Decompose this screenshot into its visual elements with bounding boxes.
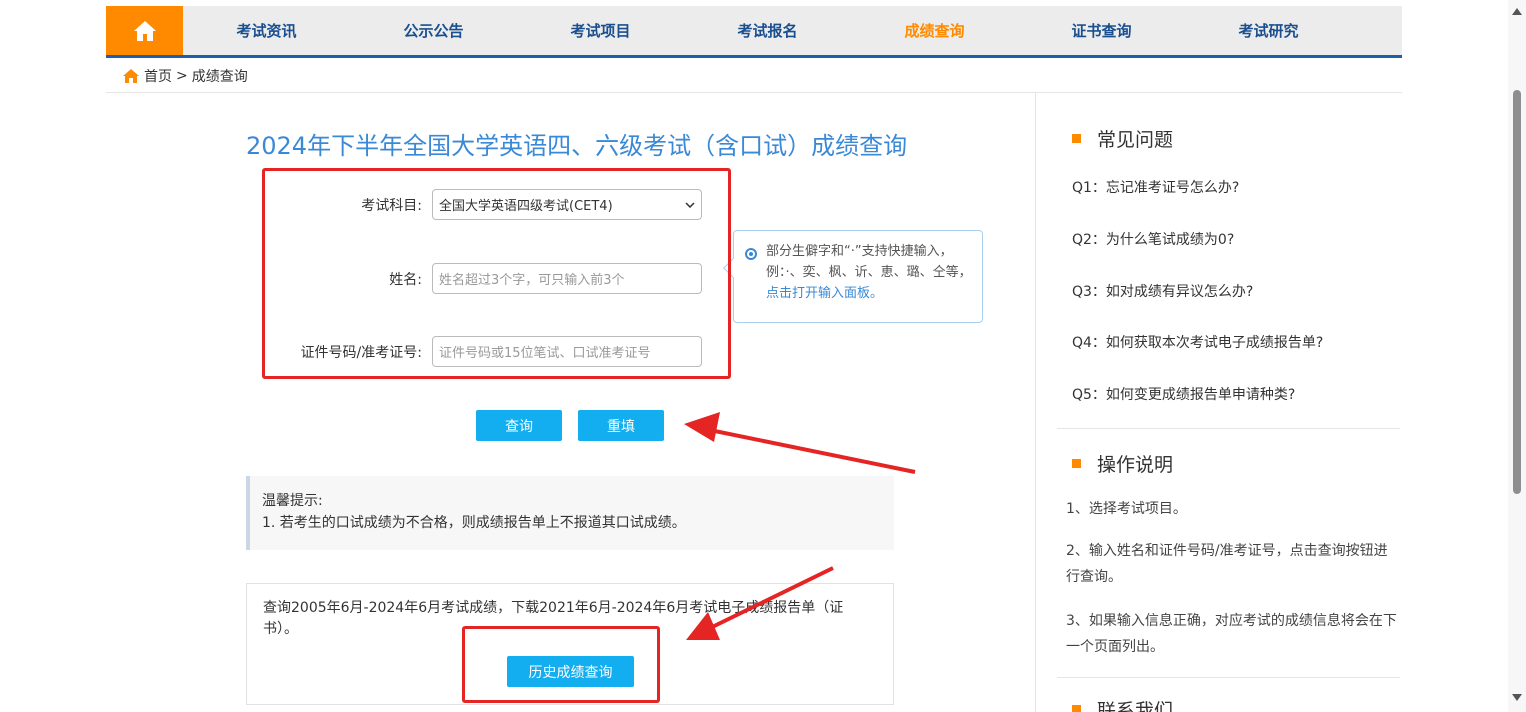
home-icon	[123, 69, 139, 83]
page-title: 2024年下半年全国大学英语四、六级考试（含口试）成绩查询	[246, 132, 908, 160]
breadcrumb-divider	[106, 92, 1402, 93]
faq-heading-text: 常见问题	[1097, 129, 1174, 151]
contact-heading: 联系我们	[1072, 696, 1173, 712]
nav-item-exam-news[interactable]: 考试资讯	[183, 6, 350, 55]
home-icon	[133, 20, 156, 41]
annotation-arrow-buttons	[684, 412, 916, 474]
sidebar-separator	[1057, 428, 1400, 429]
breadcrumb-separator: >	[176, 68, 188, 84]
tips-notice: 温馨提示: 1. 若考生的口试成绩为不合格，则成绩报告单上不报道其口试成绩。	[246, 476, 894, 550]
bullet-square-icon	[1072, 705, 1081, 712]
nav-item-exam-projects[interactable]: 考试项目	[517, 6, 684, 55]
scroll-down-icon[interactable]	[1512, 694, 1522, 701]
ops-step-3: 3、如果输入信息正确，对应考试的成绩信息将会在下一个页面列出。	[1066, 613, 1397, 655]
contact-heading-text: 联系我们	[1097, 700, 1174, 712]
notice-line: 1. 若考生的口试成绩为不合格，则成绩报告单上不报道其口试成绩。	[262, 515, 686, 531]
nav-item-certificate-query[interactable]: 证书查询	[1018, 6, 1185, 55]
nav-item-registration[interactable]: 考试报名	[684, 6, 851, 55]
faq-heading: 常见问题	[1072, 125, 1173, 152]
faq-item-3[interactable]: Q3：如对成绩有异议怎么办?	[1072, 281, 1253, 301]
vertical-scrollbar[interactable]	[1508, 0, 1526, 712]
scroll-up-icon[interactable]	[1512, 8, 1522, 15]
breadcrumb: 首页 > 成绩查询	[122, 66, 248, 86]
open-input-panel-link[interactable]: 点击打开输入面板。	[766, 286, 883, 301]
tooltip-text: 部分生僻字和“·”支持快捷输入，例：·、奕、枫、䜣、恵、璐、仝等，	[766, 244, 972, 280]
annotation-box-history	[462, 626, 660, 703]
ops-heading-text: 操作说明	[1097, 454, 1174, 476]
nav-item-exam-research[interactable]: 考试研究	[1185, 6, 1352, 55]
faq-item-4[interactable]: Q4：如何获取本次考试电子成绩报告单?	[1072, 332, 1323, 352]
faq-item-5[interactable]: Q5：如何变更成绩报告单申请种类?	[1072, 384, 1295, 404]
annotation-box-form	[262, 168, 731, 379]
ops-step-2: 2、输入姓名和证件号码/准考证号，点击查询按钮进行查询。	[1066, 543, 1388, 585]
bullet-square-icon	[1072, 459, 1081, 468]
ops-step-1: 1、选择考试项目。	[1066, 501, 1187, 517]
sidebar-separator	[1057, 677, 1400, 678]
nav-item-score-query[interactable]: 成绩查询	[851, 6, 1018, 55]
reset-button[interactable]: 重填	[578, 410, 664, 441]
home-button[interactable]	[106, 6, 183, 55]
faq-item-2[interactable]: Q2：为什么笔试成绩为0?	[1072, 229, 1234, 249]
sidebar-divider	[1035, 93, 1036, 712]
radio-icon	[745, 248, 757, 260]
breadcrumb-current: 成绩查询	[191, 69, 248, 85]
query-button[interactable]: 查询	[476, 410, 562, 441]
notice-title: 温馨提示:	[262, 493, 323, 509]
scrollbar-thumb[interactable]	[1513, 90, 1521, 494]
input-hint-tooltip: 部分生僻字和“·”支持快捷输入，例：·、奕、枫、䜣、恵、璐、仝等， 点击打开输入面…	[723, 230, 983, 323]
top-nav: 考试资讯 公示公告 考试项目 考试报名 成绩查询 证书查询 考试研究	[106, 6, 1402, 58]
nav-item-announcements[interactable]: 公示公告	[350, 6, 517, 55]
ops-heading: 操作说明	[1072, 450, 1173, 477]
bullet-square-icon	[1072, 134, 1081, 143]
faq-item-1[interactable]: Q1：忘记准考证号怎么办?	[1072, 177, 1239, 197]
breadcrumb-home-link[interactable]: 首页	[144, 66, 172, 86]
